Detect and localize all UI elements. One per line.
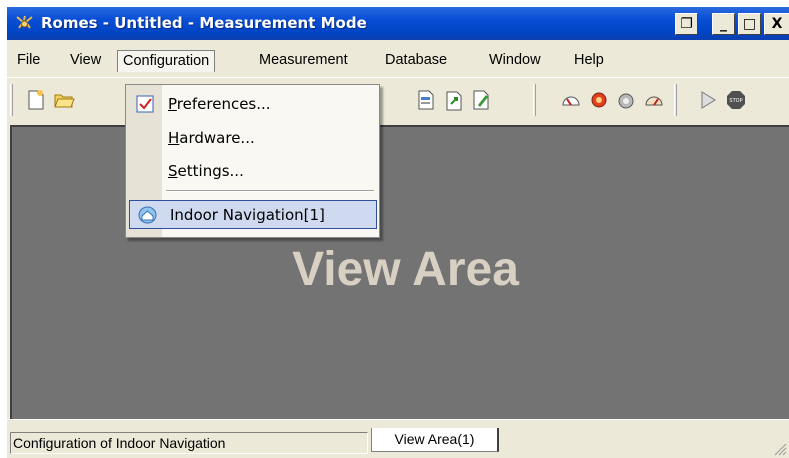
indoor-navigation-label: Indoor Navigation[1] <box>170 206 325 224</box>
open-folder-icon[interactable] <box>53 89 75 111</box>
hardware-label: ardware... <box>179 129 255 147</box>
menu-configuration[interactable]: Configuration <box>117 50 216 72</box>
settings-label: ettings... <box>177 162 244 180</box>
toolbar-separator <box>533 84 536 116</box>
menu-window[interactable]: Window <box>488 50 542 72</box>
tab-view-area[interactable]: View Area(1) <box>371 428 499 452</box>
gear-icon[interactable] <box>615 89 637 111</box>
hardware-accelerator: H <box>168 129 180 147</box>
romes-app-icon[interactable] <box>15 14 34 33</box>
status-bar: Configuration of Indoor Navigation View … <box>7 419 789 458</box>
menu-bar: File View Configuration Measurement Data… <box>7 46 789 74</box>
menu-view[interactable]: View <box>69 50 102 72</box>
svg-text:STOP: STOP <box>729 98 742 104</box>
close-button[interactable]: X <box>764 13 789 35</box>
menu-item-preferences[interactable]: Preferences... <box>168 93 271 115</box>
edit-document-icon[interactable] <box>470 89 492 111</box>
menu-item-settings[interactable]: Settings... <box>168 160 244 182</box>
settings-accelerator: S <box>168 162 178 180</box>
indoor-navigation-icon <box>138 206 157 224</box>
title-bar[interactable]: Romes - Untitled - Measurement Mode ❐ _ … <box>7 7 789 40</box>
play-icon[interactable] <box>697 89 719 111</box>
restore-icon[interactable]: ❐ <box>675 13 698 35</box>
configuration-dropdown: Preferences... Hardware... Settings... I… <box>125 84 380 238</box>
export-icon[interactable] <box>443 90 465 112</box>
speedometer-icon[interactable] <box>643 90 665 112</box>
document-icon[interactable] <box>415 89 437 111</box>
gauge-icon[interactable] <box>560 90 582 112</box>
new-document-icon[interactable] <box>25 89 47 111</box>
resize-grip-icon[interactable] <box>773 442 787 456</box>
checkbox-icon <box>136 95 154 113</box>
view-area-label: View Area <box>292 243 519 296</box>
status-text: Configuration of Indoor Navigation <box>10 432 368 454</box>
menu-separator <box>166 190 374 192</box>
menu-help[interactable]: Help <box>573 50 605 72</box>
toolbar-separator <box>674 84 677 116</box>
maximize-button[interactable]: □ <box>738 13 761 35</box>
preferences-label: references... <box>176 95 271 113</box>
window-title: Romes - Untitled - Measurement Mode <box>41 14 367 32</box>
romes-window: Romes - Untitled - Measurement Mode ❐ _ … <box>7 7 789 458</box>
menu-database[interactable]: Database <box>384 50 448 72</box>
menu-item-hardware[interactable]: Hardware... <box>168 127 255 149</box>
minimize-button[interactable]: _ <box>712 13 735 35</box>
stop-icon[interactable]: STOP <box>725 89 747 111</box>
menu-measurement[interactable]: Measurement <box>258 50 349 72</box>
menu-item-indoor-navigation[interactable]: Indoor Navigation[1] <box>129 200 377 229</box>
toolbar-grip[interactable] <box>10 84 13 116</box>
settings-gear-icon[interactable] <box>588 88 610 110</box>
menu-file[interactable]: File <box>16 50 41 72</box>
preferences-accelerator: P <box>168 95 177 113</box>
